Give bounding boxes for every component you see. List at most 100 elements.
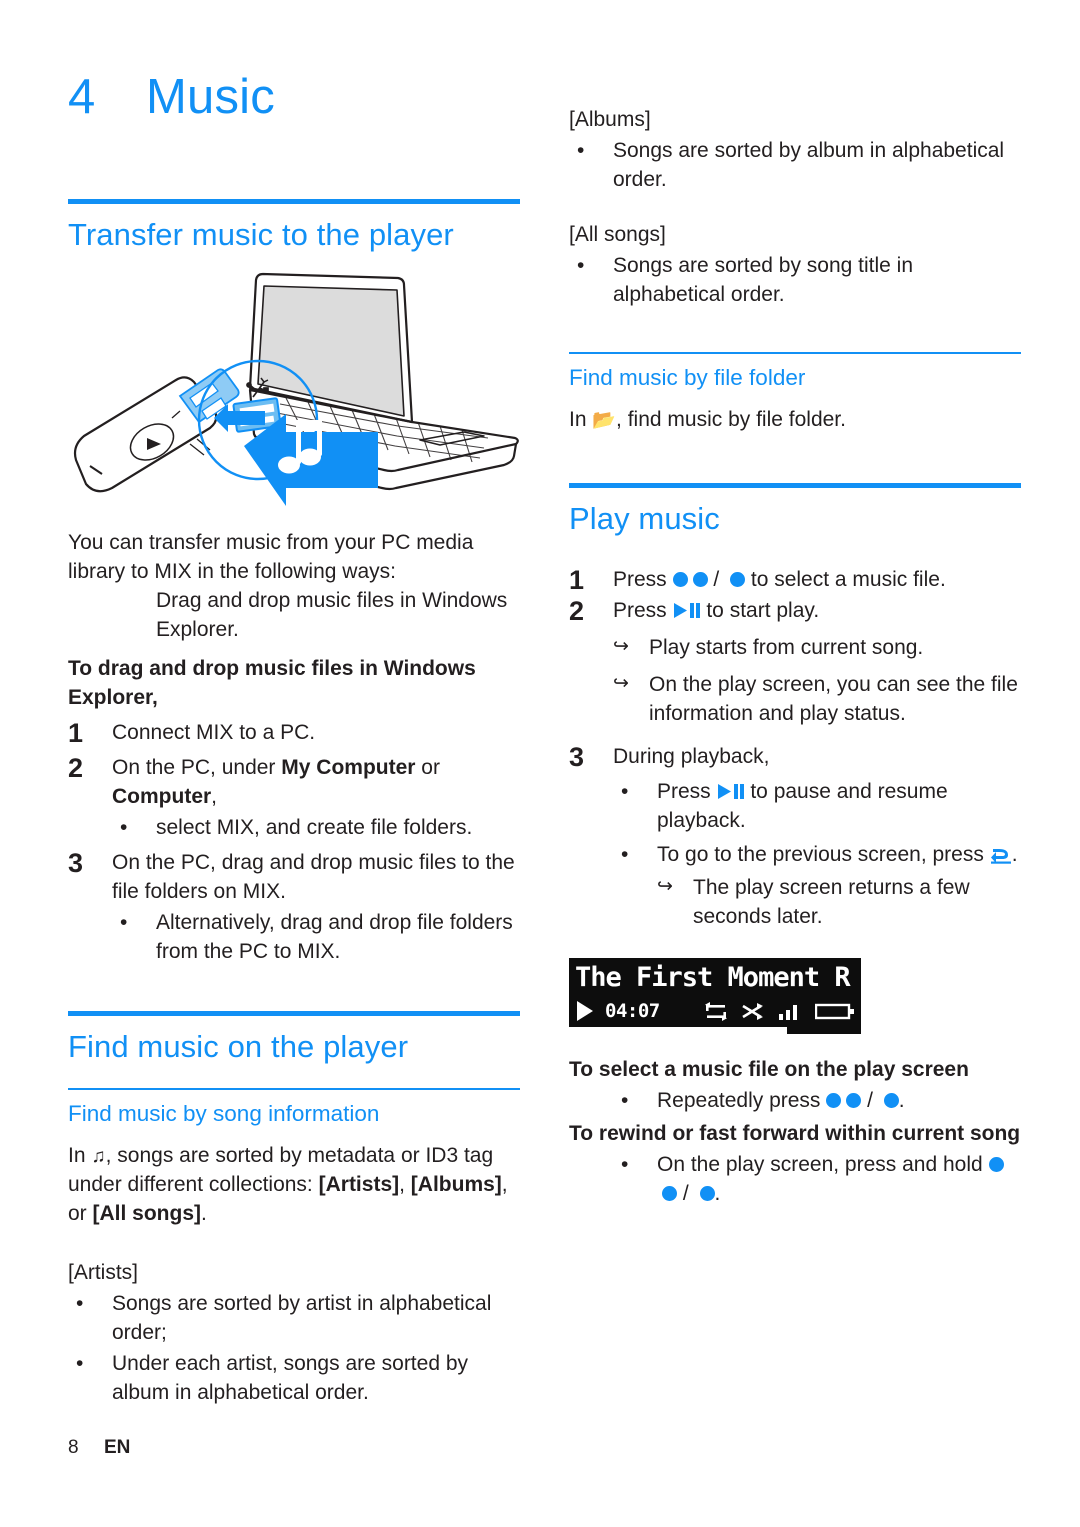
lcd-song-title: The First Moment R [575, 962, 851, 994]
bullet-dot: • [621, 1089, 629, 1113]
bullet-dot: • [621, 1153, 629, 1177]
bullet-dot: • [76, 1291, 84, 1315]
repeat-icon [704, 1001, 728, 1021]
folder-icon: 📂 [592, 409, 617, 431]
chapter-name: Music [146, 70, 275, 124]
albums-label: [Albums] [569, 108, 651, 131]
nav-select-dot-icon [883, 1093, 899, 1109]
step-2-bullet: • select MIX, and create file folders. [112, 814, 520, 843]
arrow-icon: ↪ [613, 672, 629, 694]
play-step-3-bullet-2-text: To go to the previous screen, press . [657, 843, 1018, 867]
manual-page: 4 Music Transfer music to the player You… [0, 0, 1080, 1527]
step-2: 2 On the PC, under My Computer or Comput… [68, 754, 520, 812]
play-step-2-result-1-text: Play starts from current song. [649, 635, 924, 659]
lcd-elapsed-time: 04:07 [605, 1000, 660, 1023]
transfer-intro-bullet: Drag and drop music files in Windows Exp… [156, 589, 508, 642]
song-info-intro: In ♫, songs are sorted by metadata or ID… [68, 1143, 508, 1225]
nav-down-dot-icon [662, 1186, 677, 1202]
step-1: 1 Connect MIX to a PC. [68, 719, 520, 748]
step-3-text: On the PC, drag and drop music files to … [112, 850, 515, 903]
section-heading-transfer: Transfer music to the player [68, 217, 454, 253]
rewind-bullet: • On the play screen, press and hold / . [613, 1151, 1021, 1209]
play-step-3-bullet-2: • To go to the previous screen, press . [613, 841, 1021, 870]
play-step-3-bullet-1-text: Press to pause and resume playback. [657, 779, 948, 832]
step-2-number: 2 [68, 753, 84, 784]
chapter-title: 4 Music [68, 70, 520, 124]
rewind-bullet-text: On the play screen, press and hold / . [657, 1151, 1021, 1209]
play-step-2: 2 Press to start play. [569, 595, 1021, 626]
lcd-play-icon [575, 1000, 595, 1022]
player-lcd-screen: The First Moment R 04:07 [569, 958, 861, 1035]
play-step-2-number: 2 [569, 595, 585, 626]
page-footer: 8 EN [68, 1437, 130, 1459]
procedure-heading: To drag and drop music files in Windows … [68, 657, 476, 710]
back-arrow-icon [990, 846, 1012, 865]
section-heading-play: Play music [569, 500, 720, 536]
step-1-text: Connect MIX to a PC. [112, 721, 316, 745]
section-rule-play [569, 482, 1021, 488]
select-on-play-screen-heading: To select a music file on the play scree… [569, 1058, 969, 1082]
bullet-dot: • [120, 815, 128, 839]
file-folder-text: In 📂, find music by file folder. [569, 407, 846, 431]
artists-label: [Artists] [68, 1260, 139, 1284]
play-pause-icon [717, 783, 745, 800]
nav-select-dot-icon [730, 571, 746, 587]
transfer-illustration [68, 270, 520, 515]
footer-page-number: 8 [68, 1437, 79, 1458]
play-step-2-result-2: ↪ On the play screen, you can see the fi… [613, 671, 1021, 729]
select-on-play-screen-bullet-text: Repeatedly press / . [657, 1089, 905, 1113]
play-step-2-text: Press to start play. [613, 598, 820, 622]
artists-bullet-2-text: Under each artist, songs are sorted by a… [112, 1351, 469, 1404]
albums-bullet-1: • Songs are sorted by album in alphabeti… [569, 137, 1021, 195]
subsection-rule-song-info [68, 1087, 520, 1090]
chapter-number: 4 [68, 70, 96, 124]
lcd-progress-bar [569, 1027, 787, 1035]
left-column: 4 Music Transfer music to the player You… [68, 0, 520, 1408]
lcd-status-row: 04:07 [575, 998, 855, 1024]
bullet-dot: • [76, 1351, 84, 1375]
all-songs-bullet-1-text: Songs are sorted by song title in alphab… [613, 253, 914, 306]
play-step-1: 1 Press / to select a music file. [569, 564, 1021, 595]
nav-up-dot-icon [672, 571, 688, 587]
play-step-1-number: 1 [569, 564, 585, 595]
arrow-icon: ↪ [657, 876, 673, 898]
nav-select-dot-icon [699, 1186, 715, 1202]
albums-bullet-1-text: Songs are sorted by album in alphabetica… [613, 138, 1005, 191]
signal-bars-icon [778, 1002, 802, 1021]
section-rule-find [68, 1010, 520, 1016]
nav-up-dot-icon [826, 1093, 842, 1109]
play-step-3-bullet-1: • Press to pause and resume playback. [613, 778, 1021, 836]
artists-bullet-1-text: Songs are sorted by artist in alphabetic… [112, 1291, 492, 1344]
bullet-dot: • [577, 138, 585, 162]
bullet-dot: • [621, 779, 629, 803]
rewind-heading: To rewind or fast forward within current… [569, 1122, 1021, 1146]
play-step-2-result-2-text: On the play screen, you can see the file… [649, 672, 1018, 725]
subsection-heading-file-folder: Find music by file folder [569, 364, 806, 390]
step-1-number: 1 [68, 718, 84, 749]
all-songs-label: [All songs] [569, 222, 666, 246]
transfer-intro: You can transfer music from your PC medi… [68, 531, 474, 584]
step-3-bullet-text: Alternatively, drag and drop file folder… [156, 910, 513, 963]
right-column: [Albums] • Songs are sorted by album in … [569, 0, 1021, 1209]
battery-icon [814, 1002, 855, 1021]
step-3-number: 3 [68, 847, 84, 878]
play-step-1-text: Press / to select a music file. [613, 567, 946, 591]
step-3: 3 On the PC, drag and drop music files t… [68, 849, 520, 907]
play-pause-icon [673, 602, 701, 619]
arrow-icon: ↪ [613, 635, 629, 657]
select-on-play-screen-bullet: • Repeatedly press / . [613, 1087, 1021, 1116]
artists-bullet-2: • Under each artist, songs are sorted by… [68, 1350, 520, 1408]
play-step-3-result-1-text: The play screen returns a few seconds la… [693, 876, 970, 929]
nav-up-dot-icon [988, 1157, 1004, 1173]
nav-down-dot-icon [846, 1093, 862, 1109]
step-2-bullet-text: select MIX, and create file folders. [156, 815, 473, 839]
section-rule-transfer [68, 199, 520, 205]
nav-down-dot-icon [692, 571, 708, 587]
shuffle-icon [741, 1002, 765, 1021]
bullet-dot: • [577, 253, 585, 277]
music-note-icon: ♫ [91, 1145, 106, 1167]
play-step-3-result-1: ↪ The play screen returns a few seconds … [657, 874, 1021, 932]
step-2-text: On the PC, under My Computer or Computer… [112, 756, 440, 808]
play-step-3-number: 3 [569, 741, 585, 772]
footer-language: EN [104, 1437, 131, 1458]
